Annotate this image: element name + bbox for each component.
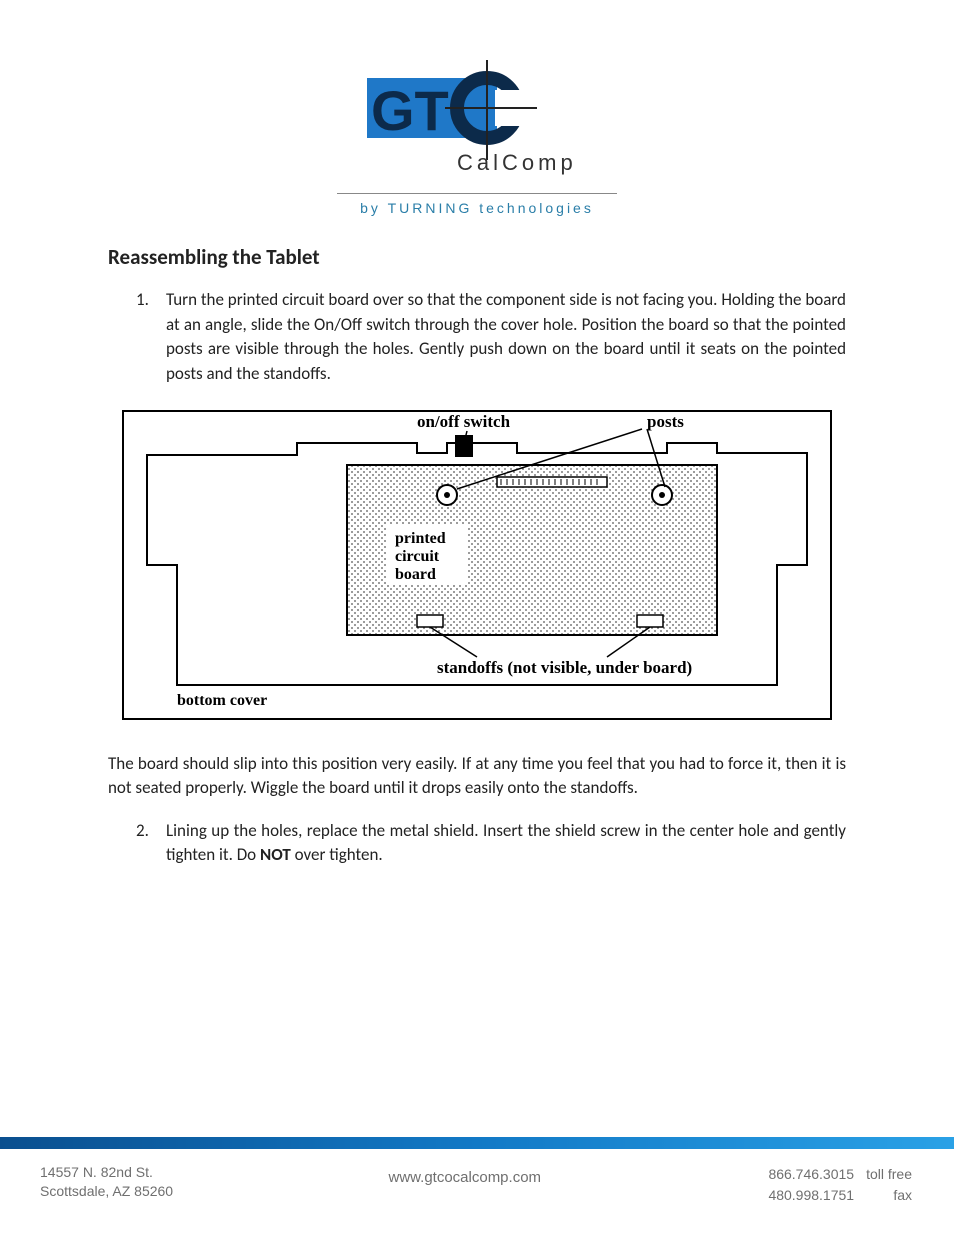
label-posts: posts [647, 412, 684, 431]
footer-addr-line1: 14557 N. 82nd St. [40, 1163, 173, 1182]
footer-row: 14557 N. 82nd St. Scottsdale, AZ 85260 w… [0, 1149, 954, 1235]
footer-address: 14557 N. 82nd St. Scottsdale, AZ 85260 [40, 1163, 173, 1201]
footer-color-bar [0, 1137, 954, 1149]
footer-addr-line2: Scottsdale, AZ 85260 [40, 1182, 173, 1201]
logo-calcomp-text: CalComp [457, 150, 577, 175]
document-page: GT CalComp by TURNING technologies Reass… [0, 0, 954, 1235]
step-2: 2. Lining up the holes, replace the meta… [166, 819, 846, 868]
footer-phone-fax-label: fax [856, 1186, 912, 1205]
footer-phone-tollfree-label: toll free [856, 1165, 912, 1184]
page-content: GT CalComp by TURNING technologies Reass… [0, 0, 954, 868]
footer-url: www.gtcocalcomp.com [388, 1163, 541, 1186]
instruction-list: 1. Turn the printed circuit board over s… [108, 288, 846, 387]
label-pcb-1: printed [395, 530, 446, 547]
footer-phone-fax: 480.998.1751 [758, 1186, 854, 1205]
step-1: 1. Turn the printed circuit board over s… [166, 288, 846, 387]
tablet-diagram: on/off switch posts printed circuit boar… [117, 405, 837, 725]
step-2-bold: NOT [260, 844, 291, 865]
label-standoffs: standoffs (not visible, under board) [437, 658, 692, 677]
section-title: Reassembling the Tablet [108, 244, 846, 270]
svg-text:GT: GT [371, 79, 449, 142]
step-1-number: 1. [136, 288, 149, 313]
page-footer: 14557 N. 82nd St. Scottsdale, AZ 85260 w… [0, 1137, 954, 1235]
step-2-text-b: over tighten. [291, 844, 383, 865]
body-paragraph: The board should slip into this position… [108, 752, 846, 801]
logo-divider [337, 193, 617, 194]
step-1-text: Turn the printed circuit board over so t… [166, 289, 846, 384]
label-pcb-2: circuit [395, 548, 440, 565]
logo-block: GT CalComp by TURNING technologies [108, 60, 846, 216]
footer-phones: 866.746.3015 toll free 480.998.1751 fax [756, 1163, 914, 1207]
gtco-calcomp-logo: GT CalComp [327, 60, 627, 180]
logo-subline: by TURNING technologies [108, 200, 846, 216]
instruction-list-2: 2. Lining up the holes, replace the meta… [108, 819, 846, 868]
label-bottom-cover: bottom cover [177, 692, 267, 709]
step-2-number: 2. [136, 819, 149, 844]
label-pcb-3: board [395, 566, 436, 583]
footer-phone-tollfree: 866.746.3015 [758, 1165, 854, 1184]
label-onoff: on/off switch [417, 412, 511, 431]
diagram-figure: on/off switch posts printed circuit boar… [108, 405, 846, 730]
